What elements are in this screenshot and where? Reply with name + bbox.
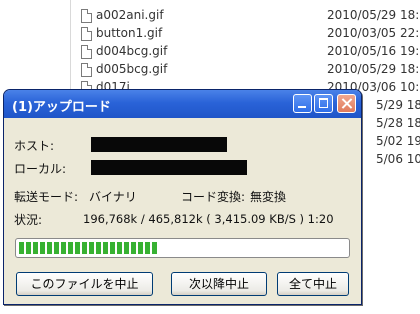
progress-fill — [19, 242, 159, 254]
dialog-titlebar[interactable]: (1)アップロード — [4, 90, 361, 118]
cancel-next-button[interactable]: 次以降中止 — [171, 272, 267, 296]
file-date: 2010/05/29 18:32 — [327, 8, 420, 22]
file-name: d005bcg.gif — [96, 62, 168, 76]
file-date: 2010/05/16 19:33 — [327, 44, 420, 58]
file-date: 5/06 10:15 — [376, 152, 420, 166]
cancel-file-button[interactable]: このファイルを中止 — [16, 272, 153, 296]
close-button[interactable] — [337, 94, 356, 113]
code-convert-value: 無変換 — [250, 190, 287, 204]
dialog-title: (1)アップロード — [12, 100, 111, 115]
file-name: d004bcg.gif — [96, 44, 168, 58]
transfer-mode-value: バイナリ — [89, 190, 137, 204]
upload-progress-bar — [15, 238, 350, 258]
file-date: 2010/03/05 22:16 — [327, 26, 420, 40]
file-date: 5/29 18:32 — [376, 98, 420, 112]
file-row[interactable]: button1.gif 2010/03/05 22:16 — [71, 25, 420, 43]
transfer-mode-label: 転送モード: — [14, 190, 79, 204]
maximize-button[interactable] — [314, 94, 333, 113]
status-label: 状況: — [14, 213, 43, 227]
status-value: 196,768k / 465,812k ( 3,415.09 KB/S ) 1:… — [83, 212, 334, 226]
file-row[interactable]: d005bcg.gif 2010/05/29 18:32 — [71, 61, 420, 79]
file-date: 5/02 19:56 — [376, 134, 420, 148]
file-icon — [81, 63, 92, 77]
host-value-redacted — [91, 137, 227, 152]
upload-dialog: (1)アップロード ホスト: ローカル: 転送モード: バイナリ コード変換: … — [3, 89, 362, 305]
local-label: ローカル: — [14, 162, 67, 176]
file-name: button1.gif — [96, 26, 163, 40]
file-name: a002ani.gif — [96, 8, 164, 22]
file-row[interactable]: d004bcg.gif 2010/05/16 19:33 — [71, 43, 420, 61]
cancel-all-button[interactable]: 全て中止 — [277, 272, 349, 296]
host-label: ホスト: — [14, 139, 55, 153]
file-date: 2010/05/29 18:32 — [327, 62, 420, 76]
file-date: 5/28 18:18 — [376, 116, 420, 130]
file-icon — [81, 9, 92, 23]
file-icon — [81, 45, 92, 59]
file-row[interactable]: a002ani.gif 2010/05/29 18:32 — [71, 7, 420, 25]
minimize-button[interactable] — [293, 94, 312, 113]
code-convert-label: コード変換: — [181, 190, 246, 204]
file-icon — [81, 27, 92, 41]
local-value-redacted — [91, 160, 247, 175]
